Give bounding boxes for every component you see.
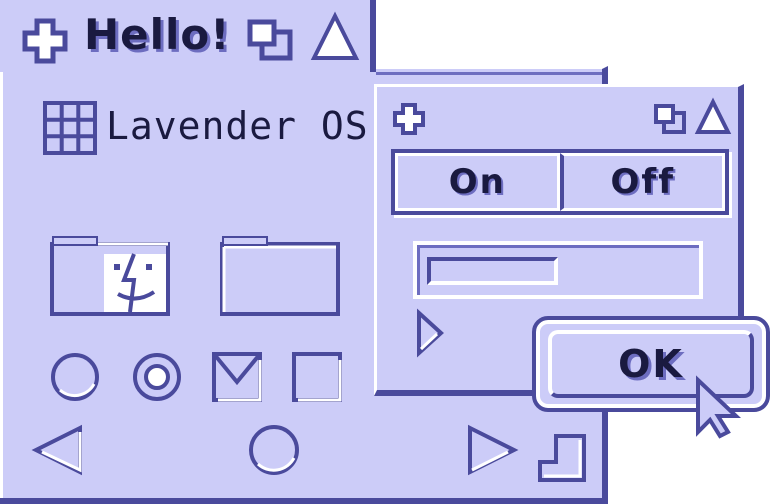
grid-icon bbox=[42, 100, 98, 156]
on-button[interactable]: On bbox=[395, 153, 560, 211]
progress-fill bbox=[427, 257, 558, 285]
circle-icon[interactable] bbox=[246, 422, 302, 478]
on-off-toggle: On Off bbox=[391, 149, 729, 215]
background-gap bbox=[376, 0, 608, 66]
finder-folder-icon[interactable] bbox=[48, 230, 172, 318]
folder-icon[interactable] bbox=[218, 230, 342, 318]
overlap-windows-icon[interactable] bbox=[653, 103, 687, 135]
arrow-right-icon[interactable] bbox=[464, 422, 520, 478]
cross-icon[interactable] bbox=[22, 18, 68, 64]
off-button[interactable]: Off bbox=[559, 153, 725, 211]
resize-grip-icon[interactable] bbox=[536, 432, 588, 484]
triangle-icon[interactable] bbox=[694, 97, 732, 135]
progress-bar bbox=[413, 241, 703, 299]
main-window-top-edge bbox=[376, 66, 608, 75]
window-title: Hello! bbox=[84, 10, 231, 59]
overlap-windows-icon[interactable] bbox=[246, 18, 294, 62]
checkbox-unchecked[interactable] bbox=[290, 350, 344, 404]
pointer-cursor-icon bbox=[694, 375, 742, 439]
radio-button-unchecked[interactable] bbox=[48, 350, 102, 404]
cross-icon[interactable] bbox=[393, 103, 425, 135]
arrow-left-icon[interactable] bbox=[30, 422, 86, 478]
radio-button-checked[interactable] bbox=[130, 350, 184, 404]
checkbox-checked[interactable] bbox=[210, 350, 264, 404]
os-label: Lavender OS bbox=[106, 104, 369, 148]
play-arrow-icon[interactable] bbox=[415, 308, 445, 358]
triangle-icon[interactable] bbox=[310, 11, 360, 62]
